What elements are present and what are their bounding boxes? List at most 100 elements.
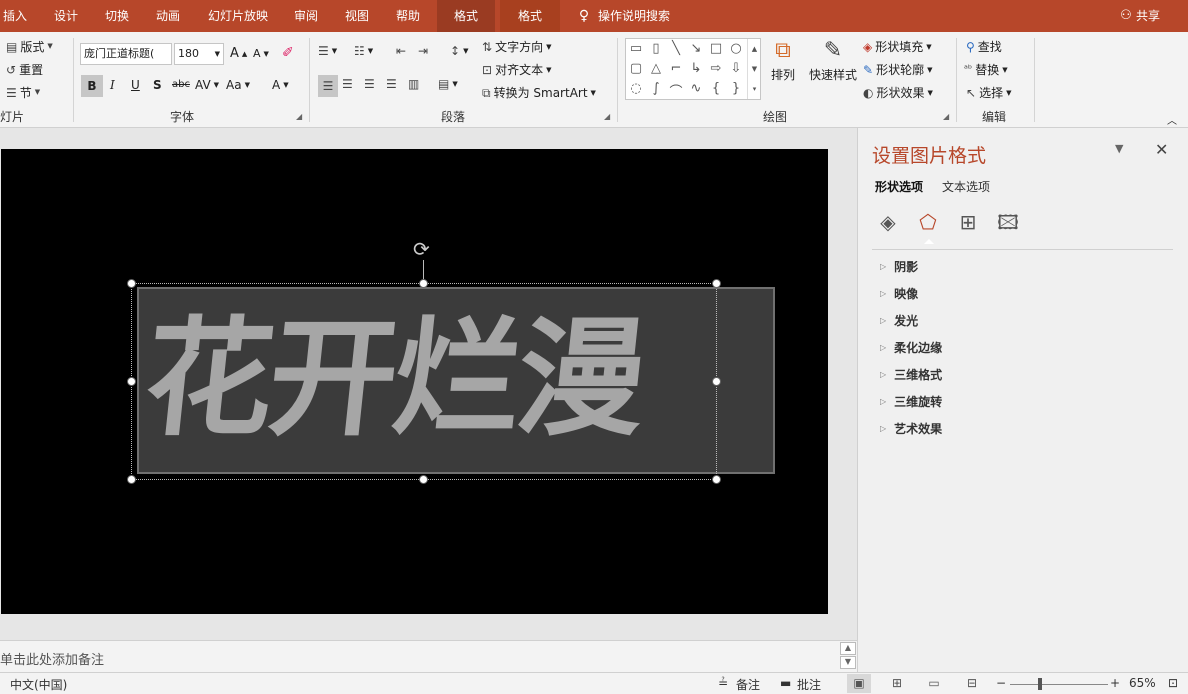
effects-pentagon-icon[interactable]: ⬠ [916, 210, 940, 234]
slide-sorter-icon[interactable]: ⊞ [885, 674, 909, 693]
section-glow[interactable]: ▷ 发光 [880, 312, 918, 329]
convert-smartart-button[interactable]: ⧉ 转换为 SmartArt ▼ [482, 84, 596, 101]
tab-slideshow[interactable]: 幻灯片放映 [203, 0, 273, 32]
right-arrow-shape-icon[interactable]: ⇨ [706, 61, 726, 76]
triangle-shape-icon[interactable]: △ [646, 61, 666, 76]
resize-handle-sw[interactable] [127, 475, 136, 484]
grow-font-button[interactable]: A ▲ [230, 46, 247, 61]
tab-animations[interactable]: 动画 [150, 0, 186, 32]
curve-shape-icon[interactable]: ∿ [686, 81, 706, 96]
resize-handle-se[interactable] [712, 475, 721, 484]
scroll-down-icon[interactable]: ▼ [840, 656, 856, 669]
reading-view-icon[interactable]: ▭ [922, 674, 946, 693]
bullets-button[interactable]: ☰ ▼ [318, 45, 337, 57]
font-name-combo[interactable]: 庞门正道标题( [80, 43, 172, 65]
tab-view[interactable]: 视图 [339, 0, 375, 32]
resize-handle-n[interactable] [419, 279, 428, 288]
distributed-button[interactable]: ▥ [408, 78, 419, 90]
zoom-slider[interactable] [1010, 684, 1108, 685]
tab-transitions[interactable]: 切换 [99, 0, 135, 32]
resize-handle-e[interactable] [712, 377, 721, 386]
arrange-button[interactable]: ⧉ 排列 [771, 40, 795, 83]
tab-design[interactable]: 设计 [48, 0, 84, 32]
find-button[interactable]: ⚲ 查找 [966, 38, 1002, 55]
freeform-shape-icon[interactable]: ◌ [626, 81, 646, 96]
section-3d-rotation[interactable]: ▷ 三维旋转 [880, 393, 942, 410]
shape-effects-button[interactable]: ◐ 形状效果 ▼ [863, 84, 933, 101]
clear-format-icon[interactable]: ✐ [282, 45, 294, 61]
zoom-out-icon[interactable]: − [996, 676, 1006, 690]
text-shadow-button[interactable]: S [153, 78, 162, 92]
resize-handle-ne[interactable] [712, 279, 721, 288]
align-text-button[interactable]: ⊡ 对齐文本 ▼ [482, 61, 551, 78]
resize-handle-w[interactable] [127, 377, 136, 386]
elbow-connector-shape-icon[interactable]: ⌐ [666, 61, 686, 76]
pane-options-icon[interactable]: ▼ [1115, 142, 1123, 155]
tab-text-options[interactable]: 文本选项 [942, 178, 990, 195]
left-brace-shape-icon[interactable]: { [706, 81, 726, 96]
replace-button[interactable]: ᵃᵇ 替换 ▼ [964, 61, 1008, 78]
elbow-arrow-shape-icon[interactable]: ↳ [686, 61, 706, 76]
section-button[interactable]: ☰ 节 ▼ [6, 84, 40, 101]
share-button[interactable]: 共享 [1136, 0, 1170, 32]
arc-shape-icon[interactable]: ⌒ [666, 81, 686, 100]
quick-styles-button[interactable]: ✎ 快速样式 [809, 40, 857, 83]
numbering-button[interactable]: ☷ ▼ [354, 45, 373, 57]
rotate-handle-icon[interactable]: ⟳ [413, 239, 430, 259]
notes-scrollbar[interactable]: ▲ ▼ [840, 642, 856, 670]
section-shadow[interactable]: ▷ 阴影 [880, 258, 918, 275]
fit-to-window-icon[interactable]: ⊡ [1168, 676, 1178, 690]
underline-button[interactable]: U [131, 78, 140, 92]
tab-insert[interactable]: 插入 [0, 0, 30, 32]
down-arrow-shape-icon[interactable]: ⇩ [726, 61, 746, 76]
tab-format-picture[interactable]: 格式 [500, 0, 560, 32]
tab-shape-options[interactable]: 形状选项 [875, 178, 923, 195]
columns-button[interactable]: ▤ ▼ [438, 78, 458, 90]
dialog-launcher-icon[interactable]: ◢ [604, 112, 610, 121]
notes-pane[interactable]: 单击此处添加备注 [0, 640, 857, 672]
comment-icon[interactable]: ▬ [780, 676, 791, 690]
size-properties-icon[interactable]: ⊞ [956, 210, 980, 234]
change-case-button[interactable]: Aa ▼ [226, 78, 250, 92]
dialog-launcher-icon[interactable]: ◢ [296, 112, 302, 121]
select-button[interactable]: ↖ 选择 ▼ [966, 84, 1011, 101]
line-spacing-button[interactable]: ↕ ▼ [450, 45, 468, 57]
char-spacing-button[interactable]: AV ▼ [195, 78, 219, 92]
zoom-in-icon[interactable]: + [1110, 676, 1120, 690]
tell-me-search[interactable]: 操作说明搜索 [598, 0, 688, 32]
text-direction-button[interactable]: ⇅ 文字方向 ▼ [482, 38, 551, 55]
justify-button[interactable]: ☰ [386, 78, 397, 90]
resize-handle-nw[interactable] [127, 279, 136, 288]
rectangle-shape-icon[interactable]: □ [706, 41, 726, 56]
italic-button[interactable]: I [110, 78, 115, 92]
fill-line-icon[interactable]: ◈ [876, 210, 900, 234]
section-reflection[interactable]: ▷ 映像 [880, 285, 918, 302]
close-icon[interactable]: ✕ [1155, 140, 1168, 159]
picture-icon[interactable]: 🖾 [996, 210, 1020, 234]
scroll-up-icon[interactable]: ▲ [840, 642, 856, 655]
font-color-button[interactable]: A ▼ [272, 78, 289, 92]
comments-toggle[interactable]: 批注 [797, 676, 821, 693]
zoom-slider-thumb[interactable] [1037, 678, 1042, 690]
tab-help[interactable]: 帮助 [390, 0, 426, 32]
strikethrough-button[interactable]: abc [172, 79, 190, 90]
align-center-button[interactable]: ☰ [342, 78, 353, 90]
shrink-font-button[interactable]: A ▼ [253, 47, 269, 60]
shape-outline-button[interactable]: ✎ 形状轮廓 ▼ [863, 61, 932, 78]
textbox-shape-icon[interactable]: ▭ [626, 41, 646, 56]
section-artistic-effects[interactable]: ▷ 艺术效果 [880, 420, 942, 437]
arrow-line-shape-icon[interactable]: ↘ [686, 41, 706, 56]
bold-button[interactable]: B [81, 75, 103, 97]
right-brace-shape-icon[interactable]: } [726, 81, 746, 96]
shapes-gallery[interactable]: ▭ ▯ ╲ ↘ □ ○ ▢ △ ⌐ ↳ ⇨ ⇩ ◌ ∫ ⌒ ∿ { } ▲ ▼ ▾ [625, 38, 761, 100]
reset-button[interactable]: ↺ 重置 [6, 61, 43, 78]
line-shape-icon[interactable]: ╲ [666, 41, 686, 56]
layout-button[interactable]: ▤ 版式 ▼ [6, 38, 53, 55]
dialog-launcher-icon[interactable]: ◢ [943, 112, 949, 121]
align-left-button[interactable]: ☰ [318, 75, 338, 97]
section-3d-format[interactable]: ▷ 三维格式 [880, 366, 942, 383]
oval-shape-icon[interactable]: ○ [726, 41, 746, 56]
slideshow-view-icon[interactable]: ⊟ [960, 674, 984, 693]
increase-indent-button[interactable]: ⇥ [418, 45, 428, 57]
section-soft-edges[interactable]: ▷ 柔化边缘 [880, 339, 942, 356]
